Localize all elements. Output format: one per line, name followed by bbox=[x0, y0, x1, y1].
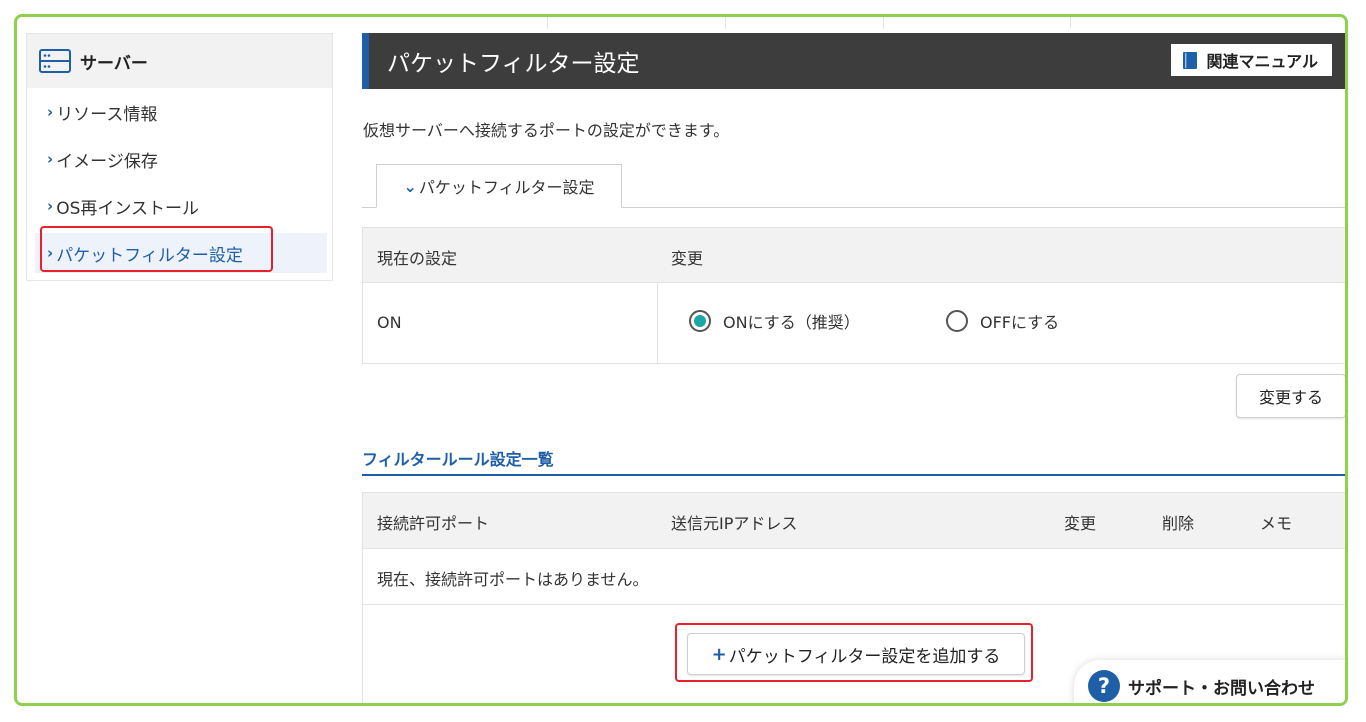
chevron-down-icon: ⌄ bbox=[403, 176, 417, 196]
tab-packet-filter[interactable]: ⌄ パケットフィルター設定 bbox=[376, 164, 622, 208]
settings-table: 現在の設定 変更 ON ONにする（推奨） OFFにする bbox=[362, 227, 1345, 365]
sidebar-header: サーバー bbox=[27, 34, 332, 88]
radio-circle bbox=[946, 310, 968, 332]
sidebar-item-image-save[interactable]: › イメージ保存 bbox=[35, 139, 327, 179]
empty-message: 現在、接続許可ポートはありません。 bbox=[377, 570, 649, 589]
related-manual-label: 関連マニュアル bbox=[1206, 52, 1318, 71]
page-title: パケットフィルター設定 関連マニュアル bbox=[362, 33, 1345, 89]
page-title-text: パケットフィルター設定 bbox=[387, 51, 640, 77]
settings-row: ON ONにする（推奨） OFFにする bbox=[363, 282, 1345, 365]
col-current-setting: 現在の設定 bbox=[377, 249, 458, 268]
chevron-right-icon: › bbox=[47, 150, 54, 168]
server-icon bbox=[39, 49, 71, 73]
sidebar-item-os-reinstall[interactable]: › OS再インストール bbox=[35, 186, 327, 226]
chevron-right-icon: › bbox=[47, 197, 54, 215]
support-contact-button[interactable]: ? サポート・お問い合わせ bbox=[1074, 660, 1345, 703]
col-delete: 削除 bbox=[1162, 514, 1195, 533]
radio-off[interactable]: OFFにする bbox=[946, 309, 1059, 333]
rules-section-title: フィルタールール設定一覧 bbox=[362, 450, 554, 469]
app-frame: サーバー › リソース情報 › イメージ保存 › OS再インストール › パケッ… bbox=[14, 14, 1348, 706]
settings-table-header: 現在の設定 変更 bbox=[363, 228, 1345, 282]
sidebar-item-label: OS再インストール bbox=[56, 198, 200, 219]
sidebar-item-resource-info[interactable]: › リソース情報 bbox=[35, 92, 327, 132]
radio-circle bbox=[689, 310, 711, 332]
col-edit: 変更 bbox=[1064, 514, 1097, 533]
sidebar-item-label: イメージ保存 bbox=[56, 151, 158, 172]
rules-table-header: 接続許可ポート 送信元IPアドレス 変更 削除 メモ bbox=[363, 493, 1345, 548]
radio-off-label: OFFにする bbox=[980, 313, 1060, 332]
empty-row: 現在、接続許可ポートはありません。 bbox=[363, 548, 1345, 605]
current-setting-value: ON bbox=[377, 313, 402, 332]
col-source-ip: 送信元IPアドレス bbox=[671, 514, 798, 533]
chevron-right-icon: › bbox=[47, 103, 54, 121]
col-memo: メモ bbox=[1260, 514, 1293, 533]
help-icon: ? bbox=[1088, 670, 1120, 702]
top-nav-remnant bbox=[17, 17, 1345, 29]
sidebar-title: サーバー bbox=[80, 53, 148, 74]
highlight-box bbox=[40, 226, 273, 272]
change-button[interactable]: 変更する bbox=[1236, 374, 1345, 418]
page-description: 仮想サーバーへ接続するポートの設定ができます。 bbox=[363, 121, 730, 140]
support-label: サポート・お問い合わせ bbox=[1128, 678, 1315, 699]
section-underline bbox=[362, 474, 1345, 476]
sidebar-item-label: リソース情報 bbox=[56, 104, 158, 125]
tab-label: パケットフィルター設定 bbox=[418, 178, 595, 197]
book-icon bbox=[1183, 51, 1198, 69]
col-allowed-port: 接続許可ポート bbox=[377, 514, 490, 533]
radio-on-recommended[interactable]: ONにする（推奨） bbox=[689, 309, 860, 333]
highlight-box bbox=[675, 623, 1033, 682]
col-change: 変更 bbox=[671, 249, 704, 268]
radio-on-label: ONにする（推奨） bbox=[723, 313, 860, 332]
related-manual-button[interactable]: 関連マニュアル bbox=[1171, 44, 1332, 76]
